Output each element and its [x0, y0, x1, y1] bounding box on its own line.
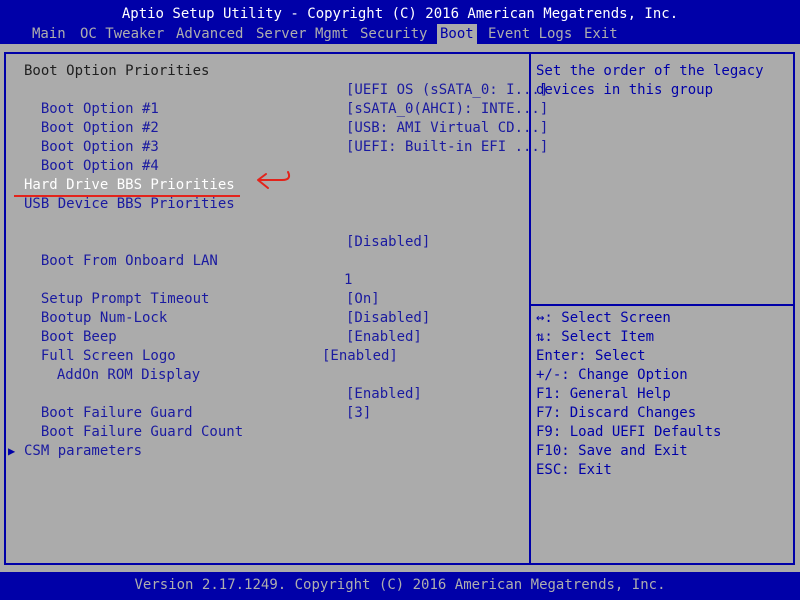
- boot-option-1-value[interactable]: [UEFI OS (sSATA_0: I...]: [346, 81, 548, 100]
- full-logo-value[interactable]: [Enabled]: [346, 328, 422, 347]
- key-enter: Enter: Select: [536, 348, 646, 364]
- onboard-lan-label: Boot From Onboard LAN: [40, 253, 218, 269]
- prompt-timeout-value[interactable]: 1: [344, 271, 352, 290]
- tab-advanced[interactable]: Advanced: [176, 24, 243, 44]
- addon-rom-label: AddOn ROM Display: [56, 367, 201, 383]
- failure-count-label: Boot Failure Guard Count: [40, 424, 244, 440]
- boot-failure-guard-count[interactable]: Boot Failure Guard Count [3]: [24, 404, 371, 440]
- help-description: Set the order of the legacy devices in t…: [536, 63, 773, 98]
- boot-option-4[interactable]: Boot Option #4 [UEFI: Built-in EFI ...]: [24, 138, 548, 174]
- boot-option-1[interactable]: Boot Option #1 [UEFI OS (sSATA_0: I...]: [24, 81, 548, 117]
- boot-beep[interactable]: Boot Beep [Disabled]: [24, 309, 430, 345]
- boot-option-3[interactable]: Boot Option #3 [USB: AMI Virtual CD...]: [24, 119, 548, 155]
- csm-parameters[interactable]: CSM parameters: [24, 442, 142, 461]
- boot-beep-value[interactable]: [Disabled]: [346, 309, 430, 328]
- boot-option-2-value[interactable]: [sSATA_0(AHCI): INTE...]: [346, 100, 548, 119]
- boot-option-2[interactable]: Boot Option #2 [sSATA_0(AHCI): INTE...]: [24, 100, 548, 136]
- bootup-num-lock[interactable]: Bootup Num-Lock [On]: [24, 290, 380, 326]
- key-f1-help: F1: General Help: [536, 386, 671, 402]
- onboard-lan-value[interactable]: [Disabled]: [346, 233, 430, 252]
- boot-option-4-label: Boot Option #4: [40, 158, 159, 174]
- numlock-value[interactable]: [On]: [346, 290, 380, 309]
- key-f7-discard: F7: Discard Changes: [536, 405, 697, 421]
- key-f9-defaults: F9: Load UEFI Defaults: [536, 424, 722, 440]
- triangle-right-icon: ▶: [8, 444, 16, 458]
- setup-prompt-timeout[interactable]: Setup Prompt Timeout 1: [24, 271, 353, 307]
- tab-security[interactable]: Security: [360, 24, 427, 44]
- annotation-underline: [14, 195, 240, 197]
- title-bar: Aptio Setup Utility - Copyright (C) 2016…: [0, 0, 800, 44]
- usb-device-bbs-priorities[interactable]: USB Device BBS Priorities: [24, 195, 235, 214]
- tab-server-mgmt[interactable]: Server Mgmt: [256, 24, 349, 44]
- full-screen-logo[interactable]: Full Screen Logo [Enabled]: [24, 328, 422, 364]
- boot-failure-guard[interactable]: Boot Failure Guard [Enabled]: [24, 385, 422, 421]
- failure-guard-value[interactable]: [Enabled]: [346, 385, 422, 404]
- window-title: Aptio Setup Utility - Copyright (C) 2016…: [121, 6, 679, 22]
- boot-from-onboard-lan[interactable]: Boot From Onboard LAN [Disabled]: [24, 233, 430, 269]
- hard-drive-bbs-priorities[interactable]: Hard Drive BBS Priorities: [24, 176, 235, 195]
- failure-count-value[interactable]: [3]: [346, 404, 371, 423]
- key-change-option: +/-: Change Option: [536, 367, 688, 383]
- tab-event-logs[interactable]: Event Logs: [488, 24, 572, 44]
- tab-oc-tweaker[interactable]: OC Tweaker: [80, 24, 164, 44]
- key-esc-exit: ESC: Exit: [536, 462, 612, 478]
- key-f10-save: F10: Save and Exit: [536, 443, 688, 459]
- tab-exit[interactable]: Exit: [584, 24, 618, 44]
- tab-bar: Main OC Tweaker Advanced Server Mgmt Sec…: [0, 24, 800, 44]
- key-select-screen: ↔: Select Screen: [536, 310, 671, 326]
- help-divider: [531, 304, 795, 306]
- addon-rom-display[interactable]: AddOn ROM Display [Enabled]: [40, 347, 398, 383]
- key-legend: ↔: Select Screen ⇅: Select Item Enter: S…: [536, 309, 791, 480]
- key-select-item: ⇅: Select Item: [536, 329, 655, 345]
- footer-version: Version 2.17.1249. Copyright (C) 2016 Am…: [0, 572, 800, 600]
- tab-boot[interactable]: Boot: [437, 24, 477, 44]
- section-title: Boot Option Priorities: [24, 63, 210, 79]
- hand-drawn-arrow-icon: [257, 171, 291, 189]
- addon-rom-value[interactable]: [Enabled]: [322, 347, 398, 366]
- tab-main[interactable]: Main: [32, 24, 66, 44]
- boot-option-4-value[interactable]: [UEFI: Built-in EFI ...]: [346, 138, 548, 157]
- boot-option-3-value[interactable]: [USB: AMI Virtual CD...]: [346, 119, 548, 138]
